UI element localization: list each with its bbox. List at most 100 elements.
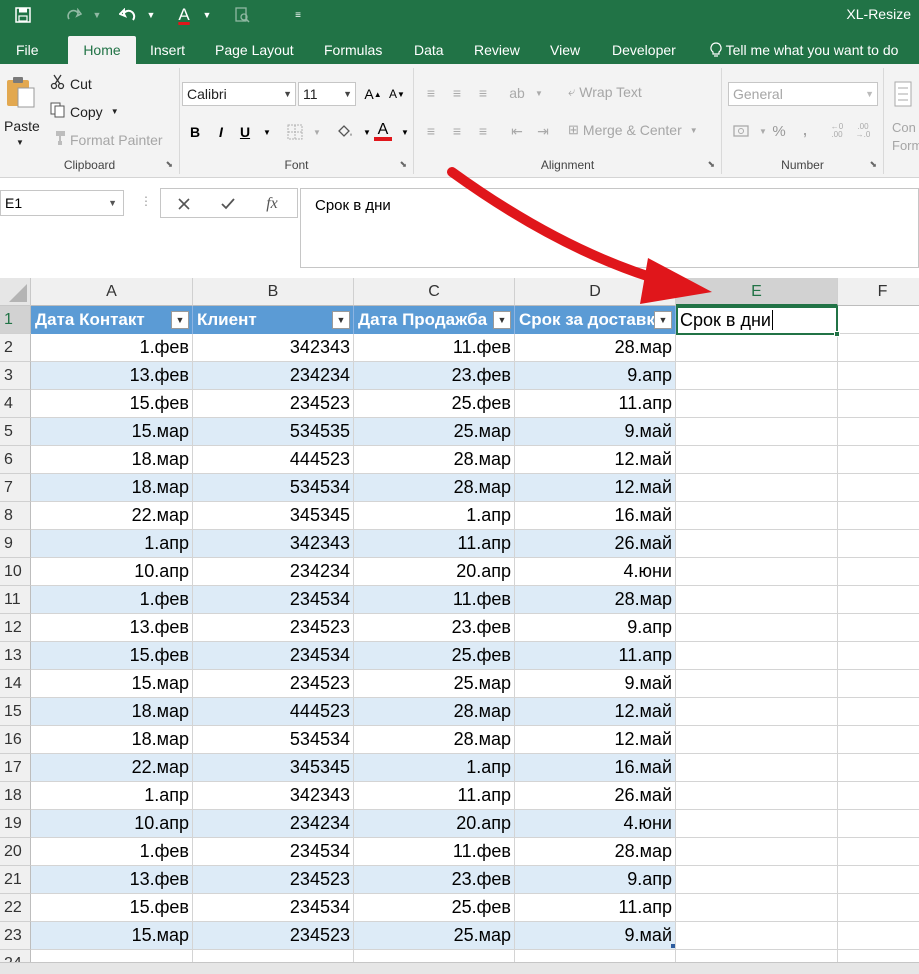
column-header-c[interactable]: C — [354, 278, 515, 306]
empty-cell[interactable] — [676, 418, 838, 446]
table-cell[interactable]: 18.мар — [31, 698, 193, 726]
table-cell[interactable]: 11.апр — [354, 782, 515, 810]
table-cell[interactable]: 20.апр — [354, 810, 515, 838]
copy-dropdown-icon[interactable]: ▼ — [111, 107, 119, 116]
empty-cell[interactable] — [676, 642, 838, 670]
table-cell[interactable]: 1.фев — [31, 334, 193, 362]
table-cell[interactable]: 25.мар — [354, 670, 515, 698]
table-cell[interactable]: 23.фев — [354, 362, 515, 390]
table-cell[interactable]: 234534 — [193, 642, 354, 670]
table-cell[interactable]: 13.фев — [31, 614, 193, 642]
tab-home[interactable]: Home — [68, 36, 136, 64]
align-center-icon[interactable]: ≡ — [446, 120, 468, 142]
top-align-icon[interactable]: ≡ — [420, 82, 442, 104]
table-cell[interactable]: 13.фев — [31, 866, 193, 894]
empty-cell[interactable] — [676, 866, 838, 894]
table-cell[interactable]: 22.мар — [31, 754, 193, 782]
row-header-23[interactable]: 23 — [0, 922, 31, 950]
empty-cell[interactable] — [676, 558, 838, 586]
table-cell[interactable]: 25.фев — [354, 642, 515, 670]
row-header-18[interactable]: 18 — [0, 782, 31, 810]
empty-cell[interactable] — [838, 642, 919, 670]
table-cell[interactable]: 1.фев — [31, 838, 193, 866]
table-cell[interactable]: 15.фев — [31, 642, 193, 670]
row-header-16[interactable]: 16 — [0, 726, 31, 754]
table-resize-handle[interactable] — [671, 944, 675, 948]
empty-cell[interactable] — [676, 474, 838, 502]
table-cell[interactable]: 9.апр — [515, 614, 676, 642]
table-cell[interactable]: 11.апр — [515, 642, 676, 670]
empty-cell[interactable] — [676, 754, 838, 782]
empty-cell[interactable] — [676, 614, 838, 642]
table-cell[interactable]: 23.фев — [354, 866, 515, 894]
tab-view[interactable]: View — [546, 36, 584, 64]
table-cell[interactable]: 15.фев — [31, 894, 193, 922]
empty-cell[interactable] — [676, 726, 838, 754]
table-cell[interactable]: 25.фев — [354, 894, 515, 922]
sheet-tabs-bar[interactable] — [0, 962, 919, 974]
decrease-decimal-icon[interactable]: .00 →.0 — [852, 120, 874, 142]
bottom-align-icon[interactable]: ≡ — [472, 82, 494, 104]
table-cell[interactable]: 1.апр — [31, 782, 193, 810]
font-color-icon[interactable]: A — [172, 4, 196, 26]
table-header-cell[interactable]: Срок за доставка ▼ — [515, 306, 676, 334]
table-cell[interactable]: 20.апр — [354, 558, 515, 586]
table-cell[interactable]: 345345 — [193, 754, 354, 782]
empty-cell[interactable] — [838, 306, 919, 334]
table-cell[interactable]: 9.апр — [515, 866, 676, 894]
increase-indent-icon[interactable]: ⇥ — [532, 120, 554, 142]
row-header-6[interactable]: 6 — [0, 446, 31, 474]
font-launcher-icon[interactable]: ⬊ — [399, 159, 407, 170]
table-cell[interactable]: 342343 — [193, 530, 354, 558]
table-cell[interactable]: 11.апр — [354, 530, 515, 558]
fill-handle[interactable] — [834, 331, 840, 337]
conditional-formatting-icon[interactable] — [890, 78, 916, 110]
table-cell[interactable]: 28.мар — [354, 446, 515, 474]
row-header-22[interactable]: 22 — [0, 894, 31, 922]
save-icon[interactable] — [10, 4, 36, 26]
empty-cell[interactable] — [676, 922, 838, 950]
empty-cell[interactable] — [838, 586, 919, 614]
empty-cell[interactable] — [676, 334, 838, 362]
table-cell[interactable]: 11.апр — [515, 894, 676, 922]
number-format-select[interactable]: General ▼ — [728, 82, 878, 106]
table-cell[interactable]: 10.апр — [31, 810, 193, 838]
align-right-icon[interactable]: ≡ — [472, 120, 494, 142]
row-header-15[interactable]: 15 — [0, 698, 31, 726]
empty-cell[interactable] — [676, 446, 838, 474]
empty-cell[interactable] — [838, 530, 919, 558]
row-header-10[interactable]: 10 — [0, 558, 31, 586]
empty-cell[interactable] — [838, 502, 919, 530]
chevron-down-icon[interactable]: ▼ — [108, 191, 117, 215]
table-cell[interactable]: 18.мар — [31, 726, 193, 754]
table-cell[interactable]: 23.фев — [354, 614, 515, 642]
number-launcher-icon[interactable]: ⬊ — [869, 159, 877, 170]
table-cell[interactable]: 15.мар — [31, 418, 193, 446]
table-cell[interactable]: 534535 — [193, 418, 354, 446]
empty-cell[interactable] — [838, 894, 919, 922]
table-cell[interactable]: 234534 — [193, 838, 354, 866]
empty-cell[interactable] — [676, 362, 838, 390]
empty-cell[interactable] — [838, 474, 919, 502]
tab-page-layout[interactable]: Page Layout — [211, 36, 298, 64]
table-cell[interactable]: 342343 — [193, 782, 354, 810]
confirm-entry-icon[interactable] — [217, 193, 239, 215]
tab-file[interactable]: File — [12, 36, 43, 64]
merge-dropdown-icon[interactable]: ▼ — [690, 126, 698, 135]
row-header-17[interactable]: 17 — [0, 754, 31, 782]
table-cell[interactable]: 25.мар — [354, 418, 515, 446]
empty-cell[interactable] — [838, 418, 919, 446]
column-header-f[interactable]: F — [838, 278, 919, 306]
orientation-icon[interactable]: ab — [506, 82, 528, 104]
align-left-icon[interactable]: ≡ — [420, 120, 442, 142]
undo-icon[interactable] — [116, 4, 140, 26]
table-cell[interactable]: 11.фев — [354, 586, 515, 614]
font-color-button-icon[interactable]: A — [372, 121, 394, 143]
table-cell[interactable]: 342343 — [193, 334, 354, 362]
table-header-cell[interactable]: Дата Контакт ▼ — [31, 306, 193, 334]
table-cell[interactable]: 12.май — [515, 726, 676, 754]
font-color-dropdown-icon[interactable]: ▼ — [394, 121, 416, 143]
table-cell[interactable]: 234234 — [193, 558, 354, 586]
column-header-b[interactable]: B — [193, 278, 354, 306]
underline-button[interactable]: U — [234, 121, 256, 143]
